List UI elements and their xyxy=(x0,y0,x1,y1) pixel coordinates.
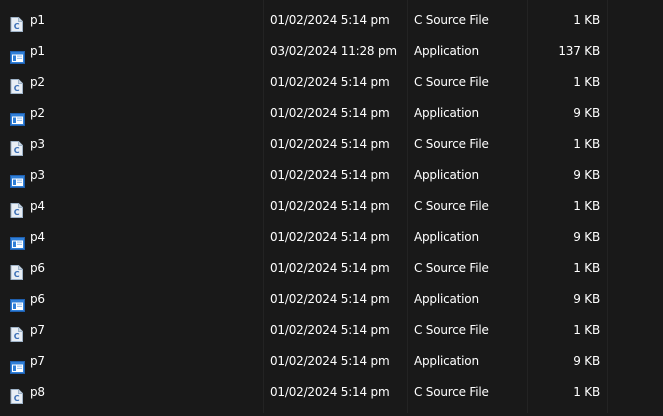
file-name: p2 xyxy=(30,106,45,120)
file-date-modified: 01/02/2024 5:14 pm xyxy=(270,261,390,275)
file-size: 1 KB xyxy=(573,137,600,151)
file-type: C Source File xyxy=(414,75,489,89)
file-type: Application xyxy=(414,168,479,182)
file-date-modified: 01/02/2024 5:14 pm xyxy=(270,230,390,244)
file-type: Application xyxy=(414,44,479,58)
file-name: p6 xyxy=(30,292,45,306)
file-size: 1 KB xyxy=(573,323,600,337)
file-size: 1 KB xyxy=(573,13,600,27)
file-row[interactable]: p1 03/02/2024 11:28 pm Application 137 KB xyxy=(0,36,663,67)
file-size: 1 KB xyxy=(573,385,600,399)
svg-text:C: C xyxy=(14,84,20,93)
file-name: p4 xyxy=(30,230,45,244)
file-size: 9 KB xyxy=(573,292,600,306)
file-name: p1 xyxy=(30,13,45,27)
file-name: p7 xyxy=(30,354,45,368)
c-source-file-icon: C xyxy=(10,385,23,416)
file-name: p3 xyxy=(30,168,45,182)
file-row[interactable]: p6 01/02/2024 5:14 pm Application 9 KB xyxy=(0,284,663,315)
file-size: 9 KB xyxy=(573,230,600,244)
file-type: C Source File xyxy=(414,199,489,213)
file-row[interactable]: Cp1 01/02/2024 5:14 pm C Source File 1 KB xyxy=(0,5,663,36)
file-date-modified: 01/02/2024 5:14 pm xyxy=(270,75,390,89)
svg-text:C: C xyxy=(14,270,20,279)
file-type: Application xyxy=(414,230,479,244)
svg-text:C: C xyxy=(14,208,20,217)
file-row[interactable]: p4 01/02/2024 5:14 pm Application 9 KB xyxy=(0,222,663,253)
file-size: 137 KB xyxy=(558,44,600,58)
file-row[interactable]: p7 01/02/2024 5:14 pm Application 9 KB xyxy=(0,346,663,377)
svg-text:C: C xyxy=(14,332,20,341)
file-date-modified: 01/02/2024 5:14 pm xyxy=(270,106,390,120)
file-size: 9 KB xyxy=(573,168,600,182)
svg-text:C: C xyxy=(14,146,20,155)
file-row[interactable]: Cp2 01/02/2024 5:14 pm C Source File 1 KB xyxy=(0,67,663,98)
svg-text:C: C xyxy=(14,22,20,31)
file-name: p2 xyxy=(30,75,45,89)
file-name: p4 xyxy=(30,199,45,213)
file-size: 1 KB xyxy=(573,261,600,275)
file-row[interactable]: Cp6 01/02/2024 5:14 pm C Source File 1 KB xyxy=(0,253,663,284)
file-type: C Source File xyxy=(414,137,489,151)
file-size: 9 KB xyxy=(573,106,600,120)
file-date-modified: 01/02/2024 5:14 pm xyxy=(270,385,390,399)
file-name: p6 xyxy=(30,261,45,275)
file-type: Application xyxy=(414,354,479,368)
file-type: Application xyxy=(414,292,479,306)
file-type: C Source File xyxy=(414,13,489,27)
file-type: C Source File xyxy=(414,323,489,337)
file-date-modified: 01/02/2024 5:14 pm xyxy=(270,199,390,213)
file-row[interactable]: p2 01/02/2024 5:14 pm Application 9 KB xyxy=(0,98,663,129)
file-date-modified: 01/02/2024 5:14 pm xyxy=(270,292,390,306)
file-row[interactable]: Cp3 01/02/2024 5:14 pm C Source File 1 KB xyxy=(0,129,663,160)
file-name: p1 xyxy=(30,44,45,58)
file-name: p7 xyxy=(30,323,45,337)
file-date-modified: 01/02/2024 5:14 pm xyxy=(270,13,390,27)
file-size: 1 KB xyxy=(573,199,600,213)
file-date-modified: 01/02/2024 5:14 pm xyxy=(270,137,390,151)
file-date-modified: 01/02/2024 5:14 pm xyxy=(270,168,390,182)
file-row[interactable]: Cp4 01/02/2024 5:14 pm C Source File 1 KB xyxy=(0,191,663,222)
file-size: 9 KB xyxy=(573,354,600,368)
file-row[interactable]: Cp7 01/02/2024 5:14 pm C Source File 1 KB xyxy=(0,315,663,346)
file-name: p8 xyxy=(30,385,45,399)
file-date-modified: 03/02/2024 11:28 pm xyxy=(270,44,397,58)
file-name: p3 xyxy=(30,137,45,151)
svg-text:C: C xyxy=(14,394,20,403)
file-type: Application xyxy=(414,106,479,120)
file-size: 1 KB xyxy=(573,75,600,89)
file-row[interactable]: p3 01/02/2024 5:14 pm Application 9 KB xyxy=(0,160,663,191)
file-type: C Source File xyxy=(414,385,489,399)
file-date-modified: 01/02/2024 5:14 pm xyxy=(270,323,390,337)
file-type: C Source File xyxy=(414,261,489,275)
file-row[interactable]: Cp8 01/02/2024 5:14 pm C Source File 1 KB xyxy=(0,377,663,408)
file-list: Cp1 01/02/2024 5:14 pm C Source File 1 KB p1… xyxy=(0,0,663,413)
file-date-modified: 01/02/2024 5:14 pm xyxy=(270,354,390,368)
